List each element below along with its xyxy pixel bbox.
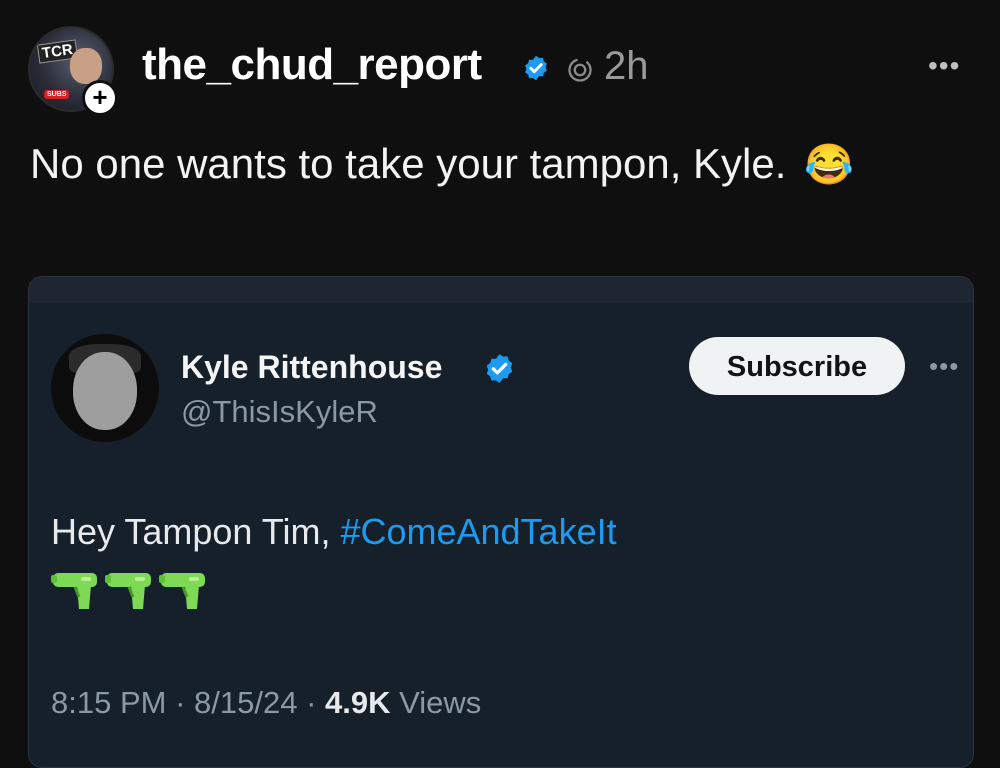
water-gun-emoji-row: [51, 567, 209, 613]
author-username[interactable]: the_chud_report: [142, 40, 482, 90]
quoted-tweet-text: Hey Tampon Tim, #ComeAndTakeIt: [51, 511, 617, 553]
tweet-text-prefix: Hey Tampon Tim,: [51, 511, 341, 552]
post-timestamp: 2h: [604, 44, 649, 88]
verified-badge-icon: [486, 354, 513, 383]
avatar-subs-badge: SUBS: [44, 90, 70, 99]
quoted-author-name[interactable]: Kyle Rittenhouse: [181, 349, 442, 386]
follow-plus-icon[interactable]: +: [82, 80, 118, 116]
views-count: 4.9K: [325, 685, 391, 720]
quoted-author-handle[interactable]: @ThisIsKyleR: [181, 394, 378, 430]
post-header: TCR SUBS + the_chud_report 2h •••: [0, 0, 1000, 130]
post-text: No one wants to take your tampon, Kyle.: [30, 140, 787, 187]
meta-separator: ·: [166, 685, 195, 720]
author-avatar-container[interactable]: TCR SUBS +: [28, 26, 118, 116]
subscribe-button[interactable]: Subscribe: [689, 337, 905, 395]
water-gun-icon: [51, 573, 97, 609]
verified-badge-icon: [525, 55, 547, 81]
quoted-tweet-card[interactable]: Kyle Rittenhouse @ThisIsKyleR Subscribe …: [28, 276, 974, 768]
laughing-emoji-icon: 😂: [804, 143, 854, 187]
threads-icon: [568, 58, 592, 82]
more-options-icon[interactable]: •••: [929, 351, 959, 382]
avatar-head: [73, 352, 137, 430]
post-body: No one wants to take your tampon, Kyle. …: [30, 140, 854, 188]
card-top-band: [29, 277, 973, 303]
tweet-date[interactable]: 8/15/24: [194, 685, 297, 720]
views-label: Views: [390, 685, 482, 720]
more-options-icon[interactable]: •••: [928, 50, 960, 82]
water-gun-icon: [105, 573, 151, 609]
meta-separator: ·: [297, 685, 326, 720]
quoted-author-avatar[interactable]: [51, 334, 159, 442]
hashtag-link[interactable]: #ComeAndTakeIt: [340, 511, 616, 552]
water-gun-icon: [159, 573, 205, 609]
avatar-face: [70, 48, 102, 84]
tweet-time[interactable]: 8:15 PM: [51, 685, 166, 720]
tweet-meta: 8:15 PM · 8/15/24 · 4.9K Views: [51, 685, 481, 721]
